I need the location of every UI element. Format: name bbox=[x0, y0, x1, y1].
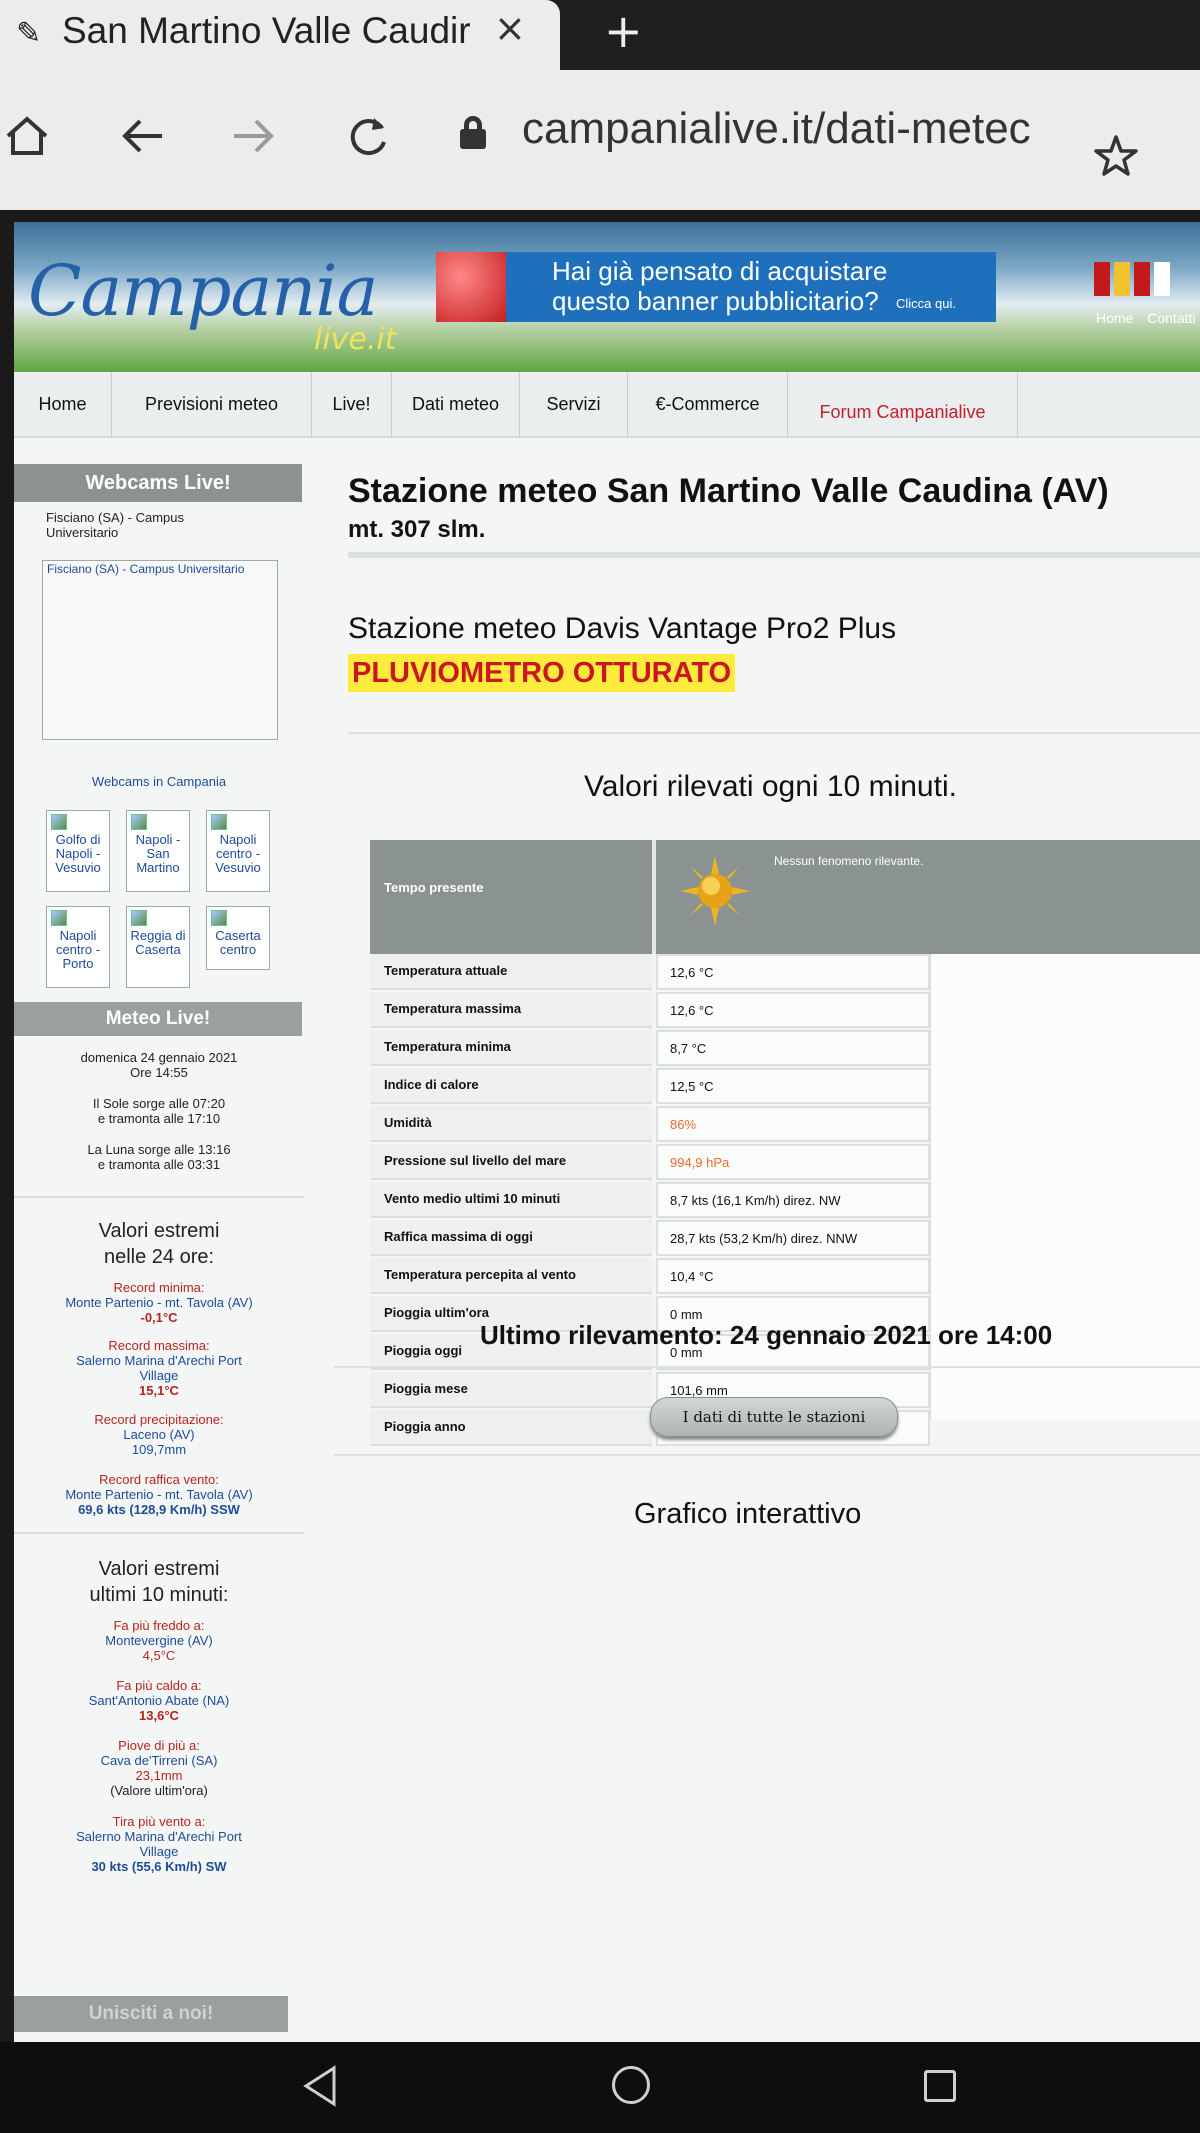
webcam-alt-text: Fisciano (SA) - Campus Universitario bbox=[47, 562, 245, 576]
hottest-place[interactable]: Sant'Antonio Abate (NA) bbox=[14, 1693, 304, 1708]
coldest-label: Fa più freddo a: bbox=[113, 1618, 205, 1633]
current-time: Ore 14:55 bbox=[130, 1065, 188, 1080]
reload-icon[interactable] bbox=[346, 114, 390, 158]
webcam-image[interactable]: Fisciano (SA) - Campus Universitario bbox=[42, 560, 278, 740]
nav-dati-meteo[interactable]: Dati meteo bbox=[392, 372, 520, 438]
nav-live[interactable]: Live! bbox=[312, 372, 392, 438]
browser-toolbar: campanialive.it/dati-metec bbox=[0, 70, 1200, 210]
android-nav-bar bbox=[0, 2042, 1200, 2133]
thumb-label: Napoli centro - Vesuvio bbox=[215, 832, 261, 875]
site-logo[interactable]: Campania bbox=[28, 250, 378, 332]
android-home-icon[interactable] bbox=[612, 2066, 650, 2104]
ad-banner[interactable]: Hai già pensato di acquistare questo ban… bbox=[436, 252, 996, 322]
record-min-value: -0,1°C bbox=[140, 1310, 178, 1325]
thumb-label: Reggia di Caserta bbox=[130, 928, 186, 957]
record-gust-value: 69,6 kts (128,9 Km/h) SSW bbox=[78, 1502, 240, 1517]
sidebar-divider bbox=[14, 1196, 304, 1198]
sun-rise: Il Sole sorge alle 07:20 bbox=[92, 1096, 226, 1111]
nav-home[interactable]: Home bbox=[14, 372, 112, 438]
lock-icon bbox=[460, 116, 486, 149]
record-precip-place[interactable]: Laceno (AV) bbox=[14, 1427, 304, 1442]
sun-set: e tramonta alle 17:10 bbox=[97, 1111, 221, 1126]
webcams-campania-heading[interactable]: Webcams in Campania bbox=[14, 774, 304, 789]
webcam-thumb-napoli-vesuvio[interactable]: Napoli centro - Vesuvio bbox=[206, 810, 270, 892]
banner-links: Home Contatti bbox=[1096, 310, 1200, 326]
ad-image bbox=[436, 252, 506, 322]
hottest-label: Fa più caldo a: bbox=[116, 1678, 202, 1693]
webcam-thumb-caserta[interactable]: Caserta centro bbox=[206, 906, 270, 970]
record-precip-label: Record precipitazione: bbox=[94, 1412, 224, 1427]
record-max-place[interactable]: Salerno Marina d'Arechi Port bbox=[14, 1353, 304, 1368]
sidebar-divider bbox=[14, 1532, 304, 1534]
coldest-place[interactable]: Montevergine (AV) bbox=[14, 1633, 304, 1648]
extremes-24h-title: Valori estremi bbox=[98, 1220, 220, 1242]
ad-text-line2: questo banner pubblicitario? bbox=[552, 286, 879, 316]
webcam-name[interactable]: Fisciano (SA) - Campus Universitario bbox=[46, 510, 246, 540]
current-date: domenica 24 gennaio 2021 bbox=[80, 1050, 238, 1065]
webcam-thumb-porto[interactable]: Napoli centro - Porto bbox=[46, 906, 110, 988]
webcam-thumb-san-martino[interactable]: Napoli - San Martino bbox=[126, 810, 190, 892]
moon-rise: La Luna sorge alle 13:16 bbox=[87, 1142, 231, 1157]
ad-cta-link[interactable]: Clicca qui. bbox=[896, 296, 956, 311]
extremes-10min-title: Valori estremi bbox=[98, 1558, 220, 1580]
moon-set: e tramonta alle 03:31 bbox=[97, 1157, 221, 1172]
coldest-value: 4,5°C bbox=[142, 1648, 176, 1663]
hottest-value: 13,6°C bbox=[139, 1708, 179, 1723]
extremes-24h-subtitle: nelle 24 ore: bbox=[103, 1246, 215, 1268]
thumb-label: Napoli - San Martino bbox=[135, 832, 181, 875]
main-nav: Home Previsioni meteo Live! Dati meteo S… bbox=[14, 372, 1200, 438]
nav-forum[interactable]: Forum Campanialive bbox=[788, 372, 1018, 438]
banner-link-contacts[interactable]: Contatti bbox=[1147, 310, 1195, 326]
star-icon[interactable] bbox=[1094, 134, 1138, 178]
webcams-live-heading: Webcams Live! bbox=[14, 464, 302, 502]
record-max-place-2[interactable]: Village bbox=[14, 1368, 304, 1383]
record-gust-label: Record raffica vento: bbox=[99, 1472, 219, 1487]
extremes-10min-subtitle: ultimi 10 minuti: bbox=[89, 1584, 229, 1606]
nav-previsioni[interactable]: Previsioni meteo bbox=[112, 372, 312, 438]
webcam-thumb-reggia[interactable]: Reggia di Caserta bbox=[126, 906, 190, 988]
android-recents-icon[interactable] bbox=[924, 2070, 956, 2102]
tab-title: San Martino Valle Caudir bbox=[62, 10, 471, 51]
address-bar[interactable]: campanialive.it/dati-metec bbox=[440, 94, 1140, 184]
thumb-label: Caserta centro bbox=[215, 928, 261, 957]
thumb-label: Napoli centro - Porto bbox=[55, 928, 101, 971]
record-min-place[interactable]: Monte Partenio - mt. Tavola (AV) bbox=[14, 1295, 304, 1310]
banner-link-home[interactable]: Home bbox=[1096, 310, 1133, 326]
webcam-thumb-golfo[interactable]: Golfo di Napoli - Vesuvio bbox=[46, 810, 110, 892]
nav-servizi[interactable]: Servizi bbox=[520, 372, 628, 438]
forward-icon[interactable] bbox=[232, 116, 276, 156]
browser-tab-strip: ✎ San Martino Valle Caudir × + bbox=[0, 0, 1200, 70]
site-favicon-icon: ✎ bbox=[16, 16, 42, 51]
site-banner: Campania live.it Hai già pensato di acqu… bbox=[14, 222, 1200, 372]
thumb-label: Golfo di Napoli - Vesuvio bbox=[55, 832, 101, 875]
url-text[interactable]: campanialive.it/dati-metec bbox=[522, 104, 1082, 154]
browser-tab[interactable]: ✎ San Martino Valle Caudir × bbox=[0, 0, 560, 70]
nav-ecommerce[interactable]: €-Commerce bbox=[628, 372, 788, 438]
ad-text-line1: Hai già pensato di acquistare bbox=[552, 256, 888, 286]
android-back-icon[interactable] bbox=[300, 2064, 340, 2108]
meteo-live-heading: Meteo Live! bbox=[14, 1002, 302, 1036]
new-tab-icon[interactable]: + bbox=[604, 4, 643, 58]
record-min-label: Record minima: bbox=[113, 1280, 205, 1295]
web-page: Campania live.it Hai già pensato di acqu… bbox=[14, 222, 1200, 2042]
all-stations-button[interactable]: I dati di tutte le stazioni bbox=[650, 1397, 898, 1437]
home-icon[interactable] bbox=[4, 116, 50, 156]
record-max-value: 15,1°C bbox=[139, 1383, 179, 1398]
back-icon[interactable] bbox=[120, 116, 164, 156]
record-gust-place[interactable]: Monte Partenio - mt. Tavola (AV) bbox=[14, 1487, 304, 1502]
record-precip-value: 109,7mm bbox=[131, 1442, 187, 1457]
site-logo-subtitle: live.it bbox=[314, 322, 397, 357]
record-max-label: Record massima: bbox=[108, 1338, 210, 1353]
close-tab-icon[interactable]: × bbox=[494, 6, 526, 50]
